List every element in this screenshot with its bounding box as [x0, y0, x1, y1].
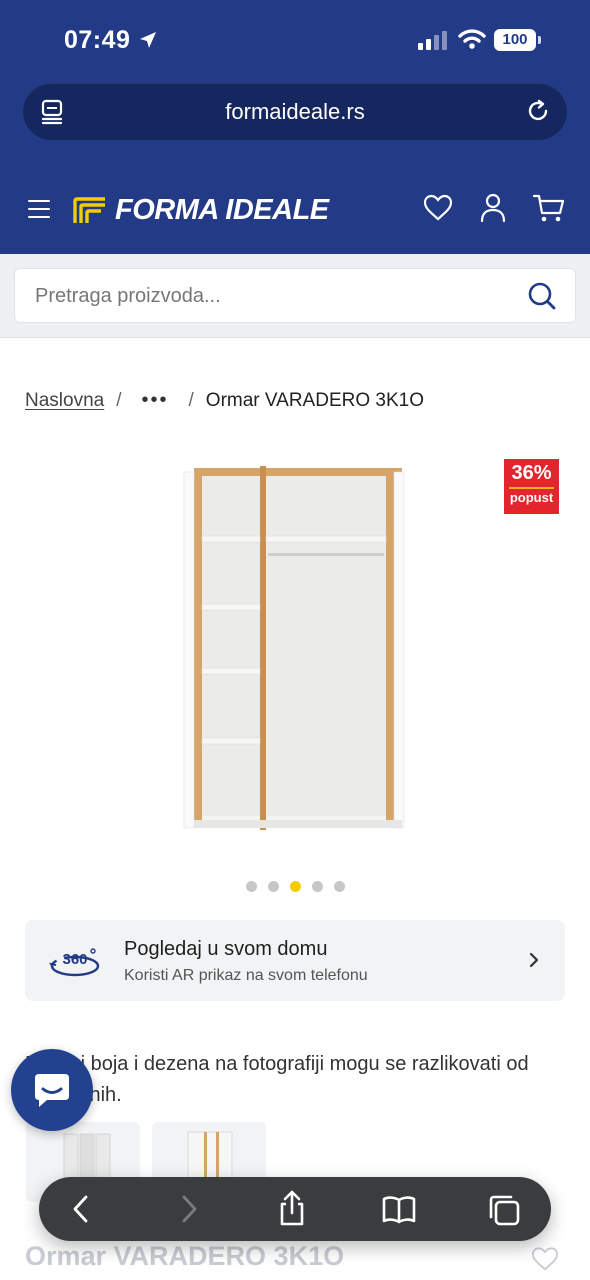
gallery-dot[interactable]: [245, 881, 257, 892]
ar-card-subtitle: Koristi AR prikaz na svom telefonu: [124, 967, 368, 984]
ar-card-title: Pogledaj u svom domu: [124, 938, 328, 960]
breadcrumb-home[interactable]: Naslovna: [25, 390, 104, 412]
gallery-dot-active[interactable]: [289, 881, 301, 892]
wishlist-heart-icon[interactable]: [530, 1245, 560, 1273]
wifi-icon: [458, 29, 486, 49]
url-text[interactable]: formaideale.rs: [23, 99, 567, 125]
breadcrumb: Naslovna / ••• / Ormar VARADERO 3K1O: [25, 389, 424, 412]
color-disclaimer: Prikazi boja i dezena na fotografiji mog…: [25, 1053, 529, 1106]
reload-icon[interactable]: [525, 98, 551, 124]
gallery-dot[interactable]: [311, 881, 323, 892]
chevron-right-icon: [529, 952, 539, 968]
breadcrumb-ellipsis[interactable]: •••: [142, 389, 169, 412]
search-bar-container: [0, 254, 590, 338]
gallery-dot[interactable]: [333, 881, 345, 892]
product-title: Ormar VARADERO 3K1O: [25, 1241, 345, 1271]
breadcrumb-current: Ormar VARADERO 3K1O: [205, 389, 424, 411]
product-image[interactable]: [180, 458, 410, 838]
tabs-icon[interactable]: [487, 1193, 521, 1227]
chat-button[interactable]: [11, 1049, 93, 1131]
breadcrumb-separator: /: [188, 389, 194, 411]
site-logo[interactable]: FORMA IDEALE: [73, 194, 329, 227]
user-icon[interactable]: [478, 192, 508, 224]
logo-text: FORMA IDEALE: [115, 194, 329, 226]
location-arrow-icon: [140, 32, 156, 48]
discount-percent: 36%: [511, 462, 552, 484]
battery-indicator: 100: [494, 29, 541, 51]
breadcrumb-separator: /: [116, 389, 122, 411]
search-box[interactable]: [14, 268, 576, 323]
discount-badge: 36% popust: [504, 459, 559, 514]
360-view-icon: 360: [49, 948, 100, 977]
svg-text:360: 360: [62, 951, 87, 968]
address-bar[interactable]: formaideale.rs: [23, 83, 567, 140]
bookmarks-icon[interactable]: [381, 1193, 417, 1225]
status-time: 07:49: [64, 26, 131, 54]
ar-view-card[interactable]: 360 Pogledaj u svom domu Koristi AR prik…: [25, 920, 565, 1001]
share-icon[interactable]: [277, 1189, 307, 1227]
discount-label: popust: [509, 487, 554, 507]
browser-toolbar: [39, 1177, 551, 1241]
header: 07:49 100 formaideale.rs FORMA IDEALE: [0, 0, 590, 254]
forward-icon[interactable]: [177, 1193, 201, 1225]
site-nav: FORMA IDEALE: [0, 180, 590, 240]
cart-icon[interactable]: [532, 192, 566, 224]
heart-icon[interactable]: [422, 192, 454, 224]
logo-mark-icon: [73, 196, 105, 223]
back-icon[interactable]: [69, 1193, 93, 1225]
search-icon[interactable]: [527, 281, 557, 311]
menu-icon[interactable]: [28, 200, 50, 224]
gallery-pagination: [0, 881, 590, 892]
chat-icon: [35, 1074, 69, 1107]
gallery-dot[interactable]: [267, 881, 279, 892]
search-input[interactable]: [35, 279, 515, 313]
signal-icon: [418, 30, 447, 50]
